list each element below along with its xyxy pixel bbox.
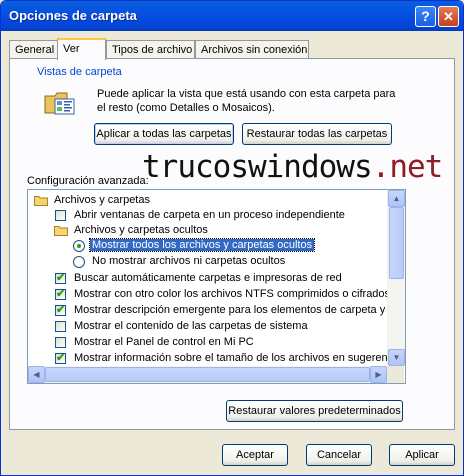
scroll-right-button[interactable]: ▶ [370,366,387,383]
close-button[interactable]: ✕ [438,6,459,27]
ok-button[interactable]: Aceptar [222,444,288,466]
folder-options-icon [44,92,75,115]
tab-ver[interactable]: Ver [57,38,106,60]
horizontal-scrollbar[interactable]: ◀ ▶ [28,366,387,383]
checkbox[interactable] [55,337,66,348]
vertical-scroll-thumb[interactable] [389,207,404,279]
restore-defaults-button[interactable]: Restaurar valores predeterminados [226,400,403,422]
horizontal-scroll-thumb[interactable] [45,367,370,382]
apply-button[interactable]: Aplicar [389,444,455,466]
watermark: trucoswindows.net [142,149,443,185]
checkbox[interactable] [55,287,66,300]
tree-item-label: Archivos y carpetas [54,194,150,206]
tree-item-label: Mostrar el contenido de las carpetas de … [74,320,308,332]
advanced-settings-tree[interactable]: Archivos y carpetas Abrir ventanas de ca… [27,189,406,384]
tree-item-label: Archivos y carpetas ocultos [74,224,208,236]
checkbox[interactable] [55,271,66,284]
tab-general[interactable]: General [9,40,58,59]
watermark-domain: net [389,149,443,185]
tree-item-label: Mostrar información sobre el tamaño de l… [74,352,402,364]
tree-item-label: Buscar automáticamente carpetas e impres… [74,272,342,284]
folder-options-window: Opciones de carpeta ? ✕ General Ver Tipo… [0,0,464,476]
scroll-up-button[interactable]: ▲ [388,190,405,207]
tree-item-label: Abrir ventanas de carpeta en un proceso … [74,209,345,221]
folder-views-label: Vistas de carpeta [34,66,125,78]
radio-button[interactable] [73,240,85,252]
tree-item-label: Mostrar todos los archivos y carpetas oc… [88,238,316,252]
radio-button[interactable] [73,256,85,268]
scroll-left-button[interactable]: ◀ [28,366,45,383]
scrollbar-corner [387,366,404,383]
window-title: Opciones de carpeta [9,8,137,23]
close-icon: ✕ [443,9,454,24]
restore-all-folders-button[interactable]: Restaurar todas las carpetas [242,123,392,145]
scroll-down-button[interactable]: ▼ [388,349,405,366]
checkbox[interactable] [55,321,66,332]
help-button[interactable]: ? [415,6,436,27]
help-icon: ? [421,8,430,24]
watermark-text: trucoswindows [142,149,373,185]
advanced-settings-label: Configuración avanzada: [27,175,149,187]
cancel-button[interactable]: Cancelar [306,444,372,466]
tree-item-label: Mostrar el Panel de control en Mi PC [74,336,254,348]
vertical-scrollbar[interactable]: ▲ ▼ [387,190,405,366]
title-bar[interactable]: Opciones de carpeta ? ✕ [1,1,463,31]
watermark-dot: . [371,149,391,185]
checkbox[interactable] [55,351,66,364]
tree-item-label: Mostrar con otro color los archivos NTFS… [74,288,391,300]
checkbox[interactable] [55,303,66,316]
tab-archivos-sin-conexion[interactable]: Archivos sin conexión [195,40,309,59]
apply-to-all-folders-button[interactable]: Aplicar a todas las carpetas [94,123,234,145]
tree-item-label: No mostrar archivos ni carpetas ocultos [92,255,286,267]
folder-icon [54,226,68,236]
tab-tipos-de-archivo[interactable]: Tipos de archivo [106,40,195,59]
folder-views-description: Puede aplicar la vista que está usando c… [97,88,396,114]
tree-item-label: Mostrar descripción emergente para los e… [74,304,400,316]
folder-icon [34,196,48,206]
checkbox[interactable] [55,210,66,221]
